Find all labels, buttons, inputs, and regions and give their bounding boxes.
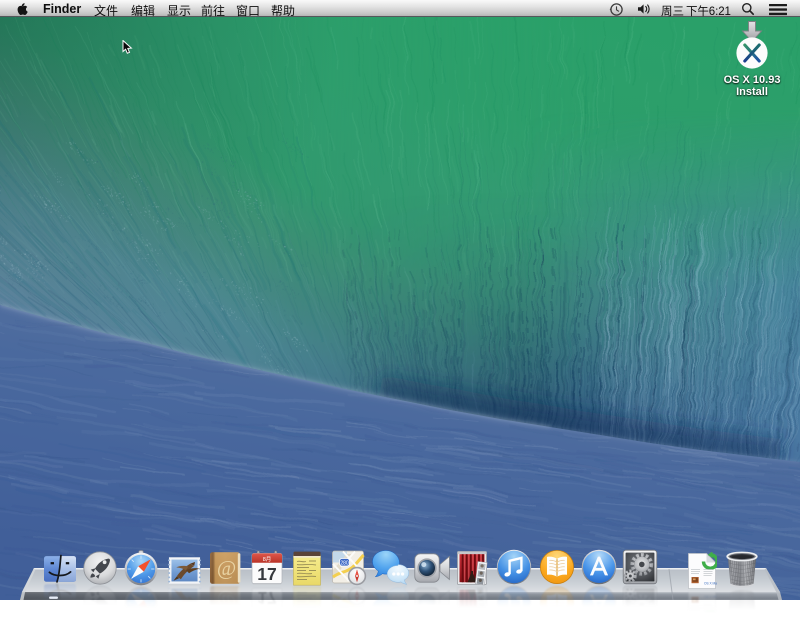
svg-text:@: @ — [217, 590, 236, 614]
svg-text:@: @ — [217, 556, 236, 580]
svg-text:OS X Mavericks: OS X Mavericks — [704, 595, 717, 599]
svg-text:17: 17 — [257, 588, 276, 608]
svg-text:280: 280 — [340, 560, 349, 566]
svg-text:8月: 8月 — [263, 556, 272, 563]
svg-text:OS X Mavericks: OS X Mavericks — [704, 582, 717, 586]
svg-text:17: 17 — [257, 564, 276, 584]
svg-text:8月: 8月 — [263, 609, 272, 616]
svg-text:280: 280 — [340, 606, 349, 612]
